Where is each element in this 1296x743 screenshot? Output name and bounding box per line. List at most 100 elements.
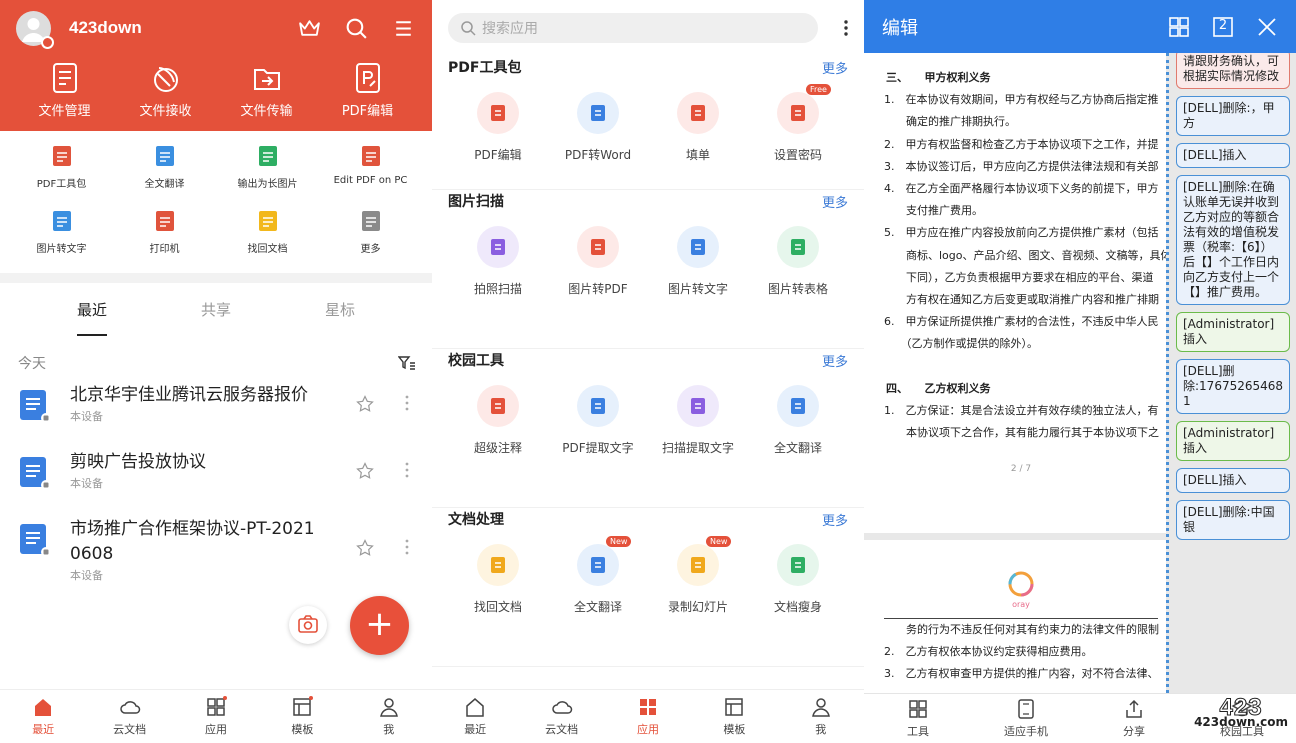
filter-icon[interactable]: [398, 354, 416, 372]
section-more-link[interactable]: 更多: [822, 192, 848, 211]
quick-file-manage[interactable]: 文件管理: [14, 62, 115, 119]
app-item[interactable]: PDF编辑: [448, 92, 548, 163]
app-tag: New: [706, 536, 732, 547]
file-row[interactable]: 剪映广告投放协议 本设备: [0, 450, 432, 517]
app-item[interactable]: 图片转PDF: [548, 226, 648, 297]
crown-icon[interactable]: [297, 16, 322, 41]
section-more-link[interactable]: 更多: [822, 351, 848, 370]
tool-item[interactable]: 图片转文字: [10, 208, 113, 255]
nav-template[interactable]: 模板: [704, 696, 764, 737]
app-item[interactable]: PDF提取文字: [548, 385, 648, 456]
nav-apps[interactable]: 应用: [618, 696, 678, 737]
app-icon: [677, 385, 719, 427]
app-item[interactable]: New 全文翻译: [548, 536, 648, 615]
app-item[interactable]: 填单: [648, 92, 748, 163]
nav-me[interactable]: 我: [791, 696, 851, 737]
star-icon[interactable]: [356, 539, 374, 557]
app-item[interactable]: 超级注释: [448, 385, 548, 456]
file-row[interactable]: 北京华宇佳业腾讯云服务器报价 本设备: [0, 383, 432, 450]
app-label: 填单: [685, 148, 710, 162]
share-button[interactable]: 分享: [1104, 698, 1164, 739]
tool-item[interactable]: 打印机: [113, 208, 216, 255]
file-location: 本设备: [70, 477, 103, 490]
tool-item[interactable]: 全文翻译: [113, 143, 216, 190]
app-section: 图片扫描 更多 拍照扫描 图片转PDF 图片转文字 图片转表格: [432, 190, 864, 349]
app-item[interactable]: 扫描提取文字: [648, 385, 748, 456]
tool-item[interactable]: Edit PDF on PC: [319, 143, 422, 190]
tool-item[interactable]: PDF工具包: [10, 143, 113, 190]
fit-phone-button[interactable]: 适应手机: [996, 698, 1056, 739]
quick-pdf-edit[interactable]: PDF编辑: [317, 62, 418, 119]
app-item[interactable]: PDF转Word: [548, 92, 648, 163]
file-transfer-icon: [252, 62, 282, 94]
comment-card[interactable]: [Administrator]插入: [1176, 421, 1290, 461]
document-icon: [18, 456, 50, 490]
watermark-big: 423: [1219, 694, 1263, 721]
section-more-link[interactable]: 更多: [822, 510, 848, 529]
tool-item[interactable]: 更多: [319, 208, 422, 255]
nav-recent[interactable]: 最近: [445, 696, 505, 737]
app-item[interactable]: 全文翻译: [748, 385, 848, 456]
page-count-icon[interactable]: 2: [1212, 16, 1234, 38]
tab-starred[interactable]: 星标: [325, 299, 355, 328]
comment-card[interactable]: [DELL]插入: [1176, 468, 1290, 493]
avatar[interactable]: [16, 10, 54, 49]
search-input[interactable]: 搜索应用: [448, 13, 818, 43]
tab-shared[interactable]: 共享: [201, 299, 231, 328]
doc-line: 确定的推广排期执行。: [884, 115, 1016, 129]
comment-card[interactable]: [Administrator]插入: [1176, 312, 1290, 352]
file-row[interactable]: 市场推广合作框架协议-PT-20210608 本设备: [0, 517, 432, 597]
app-item[interactable]: 图片转文字: [648, 226, 748, 297]
more-vert-icon[interactable]: [404, 395, 410, 411]
more-vert-icon[interactable]: [844, 20, 848, 36]
app-icon: [677, 544, 719, 586]
tools-button[interactable]: 工具: [888, 698, 948, 739]
document-page[interactable]: 三、 甲方权利义务 1. 在本协议有效期间，甲方有权经与乙方协商后指定推 确定的推…: [864, 53, 1166, 533]
comment-card[interactable]: [DELL]删除:17675265468 1: [1176, 359, 1290, 414]
camera-button[interactable]: [289, 606, 327, 644]
app-item[interactable]: 文档瘦身: [748, 544, 848, 615]
close-icon[interactable]: [1256, 16, 1278, 38]
document-page-next[interactable]: oray 务的行为不违反任何对其有约束力的法律文件的限制 2. 乙方有权依本协议约…: [864, 540, 1166, 693]
comment-card[interactable]: [DELL]删除:在确认账单无误并收到乙方对应的等额合法有效的增值税发票（税率:…: [1176, 175, 1290, 305]
comment-card[interactable]: [DELL]删除:中国银: [1176, 500, 1290, 540]
section-title: PDF工具包: [448, 60, 522, 76]
nav-cloud[interactable]: 云文档: [100, 696, 160, 737]
menu-icon[interactable]: [391, 16, 416, 41]
home-panel: 423down 文件管理 文件接收 文件传输 PDF编辑 PDF工具包 全文翻译…: [0, 0, 432, 743]
app-label: 图片转表格: [767, 282, 828, 296]
grid-view-icon[interactable]: [1168, 16, 1190, 38]
add-button[interactable]: +: [350, 596, 409, 655]
app-item[interactable]: 拍照扫描: [448, 226, 548, 297]
app-icon: [777, 226, 819, 268]
tool-item[interactable]: 输出为长图片: [216, 143, 319, 190]
comment-card[interactable]: 请跟财务确认，可根据实际情况修改: [1176, 53, 1290, 89]
nav-apps[interactable]: 应用: [186, 696, 246, 737]
editor-title: 编辑: [882, 17, 918, 39]
person-icon: [810, 696, 832, 718]
tab-recent[interactable]: 最近: [76, 299, 108, 336]
nav-cloud[interactable]: 云文档: [532, 696, 592, 737]
quick-file-receive[interactable]: 文件接收: [115, 62, 216, 119]
more-vert-icon[interactable]: [404, 539, 410, 555]
app-label: PDF编辑: [474, 148, 522, 162]
star-icon[interactable]: [356, 462, 374, 480]
comment-card[interactable]: [DELL]删除:，甲方: [1176, 96, 1290, 136]
nav-me[interactable]: 我: [359, 696, 419, 737]
app-item[interactable]: 找回文档: [448, 544, 548, 615]
search-icon[interactable]: [344, 16, 369, 41]
quick-file-transfer[interactable]: 文件传输: [216, 62, 317, 119]
tool-item[interactable]: 找回文档: [216, 208, 319, 255]
more-vert-icon[interactable]: [404, 462, 410, 478]
app-item[interactable]: 图片转表格: [748, 226, 848, 297]
nav-template[interactable]: 模板: [272, 696, 332, 737]
tool-label: PDF工具包: [36, 179, 87, 190]
star-icon[interactable]: [356, 395, 374, 413]
comment-card[interactable]: [DELL]插入: [1176, 143, 1290, 168]
more-grid-icon: [358, 208, 384, 234]
section-more-link[interactable]: 更多: [822, 58, 848, 77]
bottom-nav: 最近 云文档 应用 模板 我: [432, 689, 864, 743]
app-item[interactable]: New 录制幻灯片: [648, 536, 748, 615]
app-item[interactable]: Free 设置密码: [748, 84, 848, 163]
nav-recent[interactable]: 最近: [13, 696, 73, 737]
